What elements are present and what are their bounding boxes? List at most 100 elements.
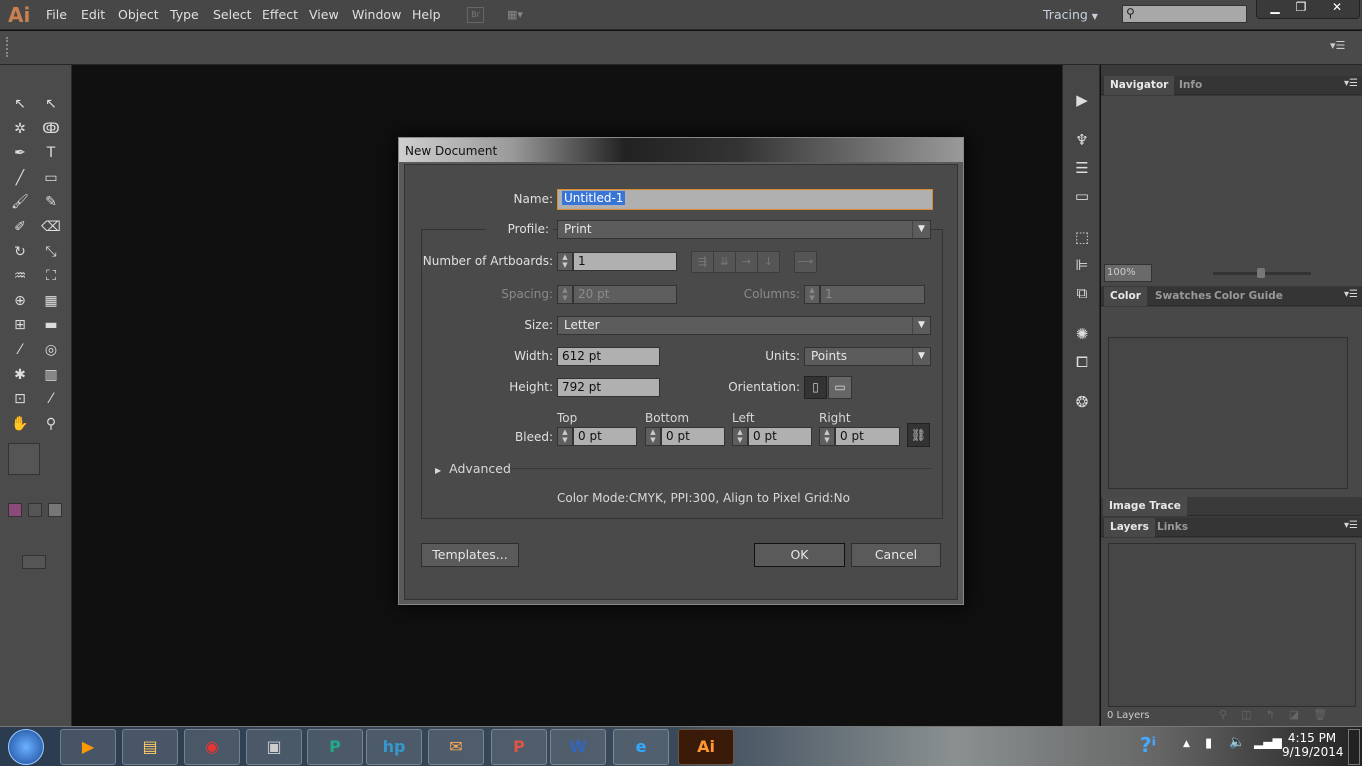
tab-layers[interactable]: Layers bbox=[1104, 518, 1155, 537]
gradient-icon[interactable]: ▭ bbox=[1071, 187, 1093, 207]
close-icon[interactable]: ✕ bbox=[1319, 0, 1355, 14]
bleed-right-stepper[interactable]: ▲ ▼ bbox=[819, 427, 835, 446]
scale-tool-icon[interactable]: ⤡ bbox=[39, 241, 63, 263]
artboards-input[interactable]: 1 bbox=[573, 252, 677, 271]
locate-icon[interactable]: ⚲ bbox=[1219, 708, 1241, 721]
clipping-mask-icon[interactable]: ◫ bbox=[1241, 708, 1265, 721]
panel-menu-icon[interactable]: ▾☰ bbox=[1344, 520, 1358, 531]
blob-brush-tool-icon[interactable]: ✐ bbox=[8, 216, 32, 238]
landscape-button[interactable]: ▭ bbox=[828, 376, 852, 399]
menu-type[interactable]: Type bbox=[170, 7, 199, 22]
taskbar-chrome-icon[interactable]: ◉ bbox=[184, 729, 240, 765]
bleed-right-input[interactable]: 0 pt bbox=[835, 427, 900, 446]
advanced-toggle[interactable]: ▶ Advanced bbox=[435, 461, 511, 476]
bleed-left-input[interactable]: 0 pt bbox=[748, 427, 812, 446]
zoom-slider-handle[interactable] bbox=[1257, 268, 1265, 278]
minimize-icon[interactable]: ▁ bbox=[1263, 0, 1287, 14]
new-layer-icon[interactable]: ◪ bbox=[1289, 708, 1313, 721]
rotate-tool-icon[interactable]: ↻ bbox=[8, 241, 32, 263]
warp-tool-icon[interactable]: ♒ bbox=[8, 265, 32, 287]
menu-view[interactable]: View bbox=[309, 7, 339, 22]
fill-stroke-swatch-icon[interactable] bbox=[8, 443, 40, 475]
name-input[interactable]: Untitled-1 bbox=[557, 189, 933, 210]
width-input[interactable]: 612 pt bbox=[557, 347, 660, 366]
size-select[interactable]: Letter ▼ bbox=[557, 316, 931, 335]
align-icon[interactable]: ⊫ bbox=[1071, 256, 1093, 276]
bridge-button[interactable]: Br bbox=[467, 7, 484, 23]
symbols-icon[interactable]: ❂ bbox=[1071, 393, 1093, 413]
profile-select[interactable]: Print ▼ bbox=[557, 220, 931, 239]
templates-button[interactable]: Templates... bbox=[421, 543, 519, 567]
change-screen-mode-icon[interactable] bbox=[22, 555, 46, 569]
pathfinder-icon[interactable]: ⧉ bbox=[1071, 284, 1093, 304]
workspace-switcher[interactable]: Tracing ▼ bbox=[1043, 7, 1098, 22]
tab-navigator[interactable]: Navigator bbox=[1104, 76, 1175, 95]
menu-file[interactable]: File bbox=[46, 7, 67, 22]
show-hidden-icons[interactable]: ▲ bbox=[1183, 739, 1190, 749]
gradient-tool-icon[interactable]: ▬ bbox=[39, 314, 63, 336]
menu-select[interactable]: Select bbox=[213, 7, 252, 22]
clock[interactable]: 4:15 PM 9/19/2014 bbox=[1282, 731, 1344, 759]
ok-button[interactable]: OK bbox=[754, 543, 845, 567]
bleed-top-input[interactable]: 0 pt bbox=[573, 427, 637, 446]
volume-icon[interactable]: 🔈 bbox=[1229, 735, 1245, 750]
taskbar-word-icon[interactable]: W bbox=[550, 729, 606, 765]
network-icon[interactable]: ▂▄▆ bbox=[1254, 735, 1282, 749]
taskbar-app2-icon[interactable]: ✉ bbox=[428, 729, 484, 765]
column-graph-tool-icon[interactable]: ▥ bbox=[39, 364, 63, 386]
magic-wand-tool-icon[interactable]: ✲ bbox=[8, 118, 32, 140]
grid-by-row-icon[interactable]: ⇶ bbox=[691, 251, 714, 273]
cancel-button[interactable]: Cancel bbox=[851, 543, 941, 567]
appearance-icon[interactable]: ✺ bbox=[1071, 325, 1093, 345]
show-desktop-button[interactable] bbox=[1348, 729, 1360, 765]
height-input[interactable]: 792 pt bbox=[557, 378, 660, 397]
units-select[interactable]: Points ▼ bbox=[804, 347, 931, 366]
pencil-tool-icon[interactable]: ✎ bbox=[39, 191, 63, 213]
artboards-stepper[interactable]: ▲ ▼ bbox=[557, 252, 573, 271]
tab-info[interactable]: Info bbox=[1173, 76, 1208, 95]
artboard-tool-icon[interactable]: ⊡ bbox=[8, 388, 32, 410]
rectangle-tool-icon[interactable]: ▭ bbox=[39, 167, 63, 189]
none-mode-icon[interactable] bbox=[48, 503, 62, 517]
arrange-by-column-icon[interactable]: ↓ bbox=[757, 251, 780, 273]
taskbar-powerpoint-icon[interactable]: P bbox=[491, 729, 547, 765]
direct-selection-tool-icon[interactable]: ↖ bbox=[39, 93, 63, 115]
tab-color[interactable]: Color bbox=[1104, 287, 1147, 306]
free-transform-tool-icon[interactable]: ⛶ bbox=[39, 265, 63, 287]
arrange-by-row-icon[interactable]: → bbox=[735, 251, 758, 273]
color-mode-icon[interactable] bbox=[8, 503, 22, 517]
taskbar-publisher-icon[interactable]: P bbox=[307, 729, 363, 765]
menu-effect[interactable]: Effect bbox=[262, 7, 298, 22]
menu-help[interactable]: Help bbox=[412, 7, 441, 22]
bleed-top-stepper[interactable]: ▲ ▼ bbox=[557, 427, 573, 446]
portrait-button[interactable]: ▯ bbox=[804, 376, 827, 399]
type-tool-icon[interactable]: T bbox=[39, 142, 63, 164]
menu-window[interactable]: Window bbox=[352, 7, 401, 22]
tab-links[interactable]: Links bbox=[1151, 518, 1194, 537]
selection-tool-icon[interactable]: ↖ bbox=[8, 93, 32, 115]
restore-icon[interactable]: ❐ bbox=[1289, 0, 1313, 14]
panel-menu-icon[interactable]: ▾☰ bbox=[1344, 78, 1358, 89]
zoom-tool-icon[interactable]: ⚲ bbox=[39, 413, 63, 435]
gripper[interactable] bbox=[6, 37, 8, 57]
mesh-tool-icon[interactable]: ⊞ bbox=[8, 314, 32, 336]
hand-tool-icon[interactable]: ✋ bbox=[8, 413, 32, 435]
taskbar-hp-icon[interactable]: hp bbox=[366, 729, 422, 765]
spacing-stepper[interactable]: ▲ ▼ bbox=[557, 285, 573, 304]
new-sublayer-icon[interactable]: ↰ bbox=[1265, 708, 1288, 721]
zoom-field[interactable]: 100% bbox=[1104, 264, 1152, 282]
link-bleed-icon[interactable]: ⛓ bbox=[907, 423, 930, 447]
power-icon[interactable]: ▮ bbox=[1205, 736, 1212, 751]
transform-icon[interactable]: ⬚ bbox=[1071, 228, 1093, 248]
columns-stepper[interactable]: ▲ ▼ bbox=[804, 285, 820, 304]
help-info-icon[interactable]: ?ⁱ bbox=[1140, 733, 1156, 757]
spacing-input[interactable]: 20 pt bbox=[573, 285, 677, 304]
arrange-documents-icon[interactable]: ▦▾ bbox=[507, 8, 535, 22]
menu-edit[interactable]: Edit bbox=[81, 7, 105, 22]
search-input[interactable]: ⚲ bbox=[1122, 5, 1247, 23]
play-icon[interactable]: ▶ bbox=[1071, 91, 1093, 111]
menu-object[interactable]: Object bbox=[118, 7, 159, 22]
line-tool-icon[interactable]: ╱ bbox=[8, 167, 32, 189]
stroke-icon[interactable]: ☰ bbox=[1071, 159, 1093, 179]
taskbar-file-explorer-icon[interactable]: ▤ bbox=[122, 729, 178, 765]
